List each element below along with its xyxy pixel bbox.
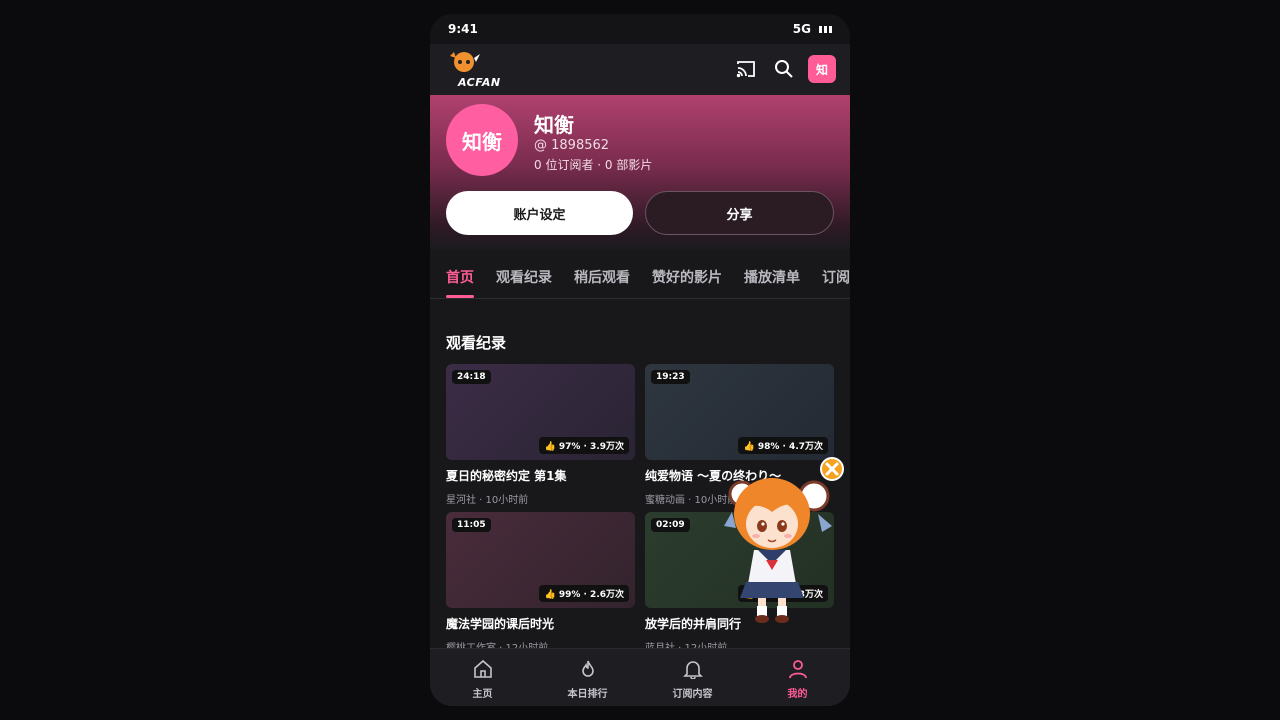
section-title: 观看纪录 (446, 334, 507, 352)
profile-banner: 知衡 知衡 @ 1898562 0 位订阅者 · 0 部影片 账户设定 分享 (430, 95, 850, 250)
tab-subscriptions[interactable]: 订阅 (822, 267, 850, 287)
user-icon (788, 660, 807, 679)
app-logo[interactable]: ACFAN (442, 50, 500, 89)
profile-tabs: 首页 观看纪录 稍后观看 赞好的影片 播放清单 订阅 (430, 250, 850, 299)
status-bar: 9:41 5G (430, 14, 850, 44)
duration-badge: 24:18 (452, 370, 491, 384)
app-header: ACFAN 知 (430, 44, 850, 96)
status-time: 9:41 (448, 22, 478, 36)
bottom-nav: 主页 本日排行 订阅内容 我的 (430, 648, 850, 706)
duration-badge: 02:09 (651, 518, 690, 532)
tab-liked[interactable]: 赞好的影片 (652, 267, 722, 287)
like-stat-badge: 👍 98% · 4.7万次 (738, 437, 828, 454)
bell-icon (682, 661, 703, 680)
profile-stats: 0 位订阅者 · 0 部影片 (534, 158, 653, 172)
profile-name: 知衡 (534, 113, 574, 137)
duration-badge: 19:23 (651, 370, 690, 384)
video-thumbnail[interactable]: 11:05 👍 99% · 2.6万次 (446, 512, 635, 608)
video-card[interactable]: 24:18 👍 97% · 3.9万次 夏日的秘密约定 第1集 星河社 · 10… (446, 364, 635, 506)
search-icon[interactable] (773, 58, 795, 80)
header-avatar[interactable]: 知 (808, 55, 836, 83)
mascot-floating-widget[interactable] (722, 456, 844, 626)
video-card[interactable]: 11:05 👍 99% · 2.6万次 魔法学园的课后时光 樱桃工作室 · 12… (446, 512, 635, 654)
nav-label: 主页 (472, 689, 493, 700)
close-icon (820, 457, 844, 481)
battery-icon (819, 25, 832, 33)
active-tab-indicator (446, 295, 474, 298)
nav-item-ranking[interactable]: 本日排行 (535, 649, 640, 706)
share-button[interactable]: 分享 (645, 191, 834, 235)
fire-icon (581, 660, 594, 677)
like-stat-badge: 👍 97% · 3.9万次 (539, 437, 629, 454)
nav-label: 本日排行 (567, 689, 608, 700)
tab-history[interactable]: 观看纪录 (496, 267, 552, 287)
account-settings-button[interactable]: 账户设定 (446, 191, 633, 235)
cast-icon[interactable] (735, 58, 757, 80)
nav-item-home[interactable]: 主页 (430, 649, 535, 706)
duration-badge: 11:05 (452, 518, 491, 532)
tab-watch-later[interactable]: 稍后观看 (574, 267, 630, 287)
tab-playlists[interactable]: 播放清单 (744, 267, 800, 287)
video-title[interactable]: 魔法学园的课后时光 (446, 615, 635, 632)
video-title[interactable]: 夏日的秘密约定 第1集 (446, 467, 635, 484)
video-thumbnail[interactable]: 19:23 👍 98% · 4.7万次 (645, 364, 834, 460)
network-label: 5G (792, 22, 811, 36)
profile-avatar[interactable]: 知衡 (446, 104, 518, 176)
video-meta: 星河社 · 10小时前 (446, 495, 529, 506)
tab-home[interactable]: 首页 (446, 267, 474, 287)
profile-uid: @ 1898562 (534, 138, 610, 153)
home-icon (473, 659, 492, 678)
nav-item-subscriptions[interactable]: 订阅内容 (640, 649, 745, 706)
logo-text: ACFAN (458, 76, 501, 89)
video-thumbnail[interactable]: 24:18 👍 97% · 3.9万次 (446, 364, 635, 460)
nav-label: 订阅内容 (672, 689, 713, 700)
like-stat-badge: 👍 99% · 2.6万次 (539, 585, 629, 602)
nav-item-mine[interactable]: 我的 (745, 649, 850, 706)
nav-label: 我的 (787, 689, 808, 700)
